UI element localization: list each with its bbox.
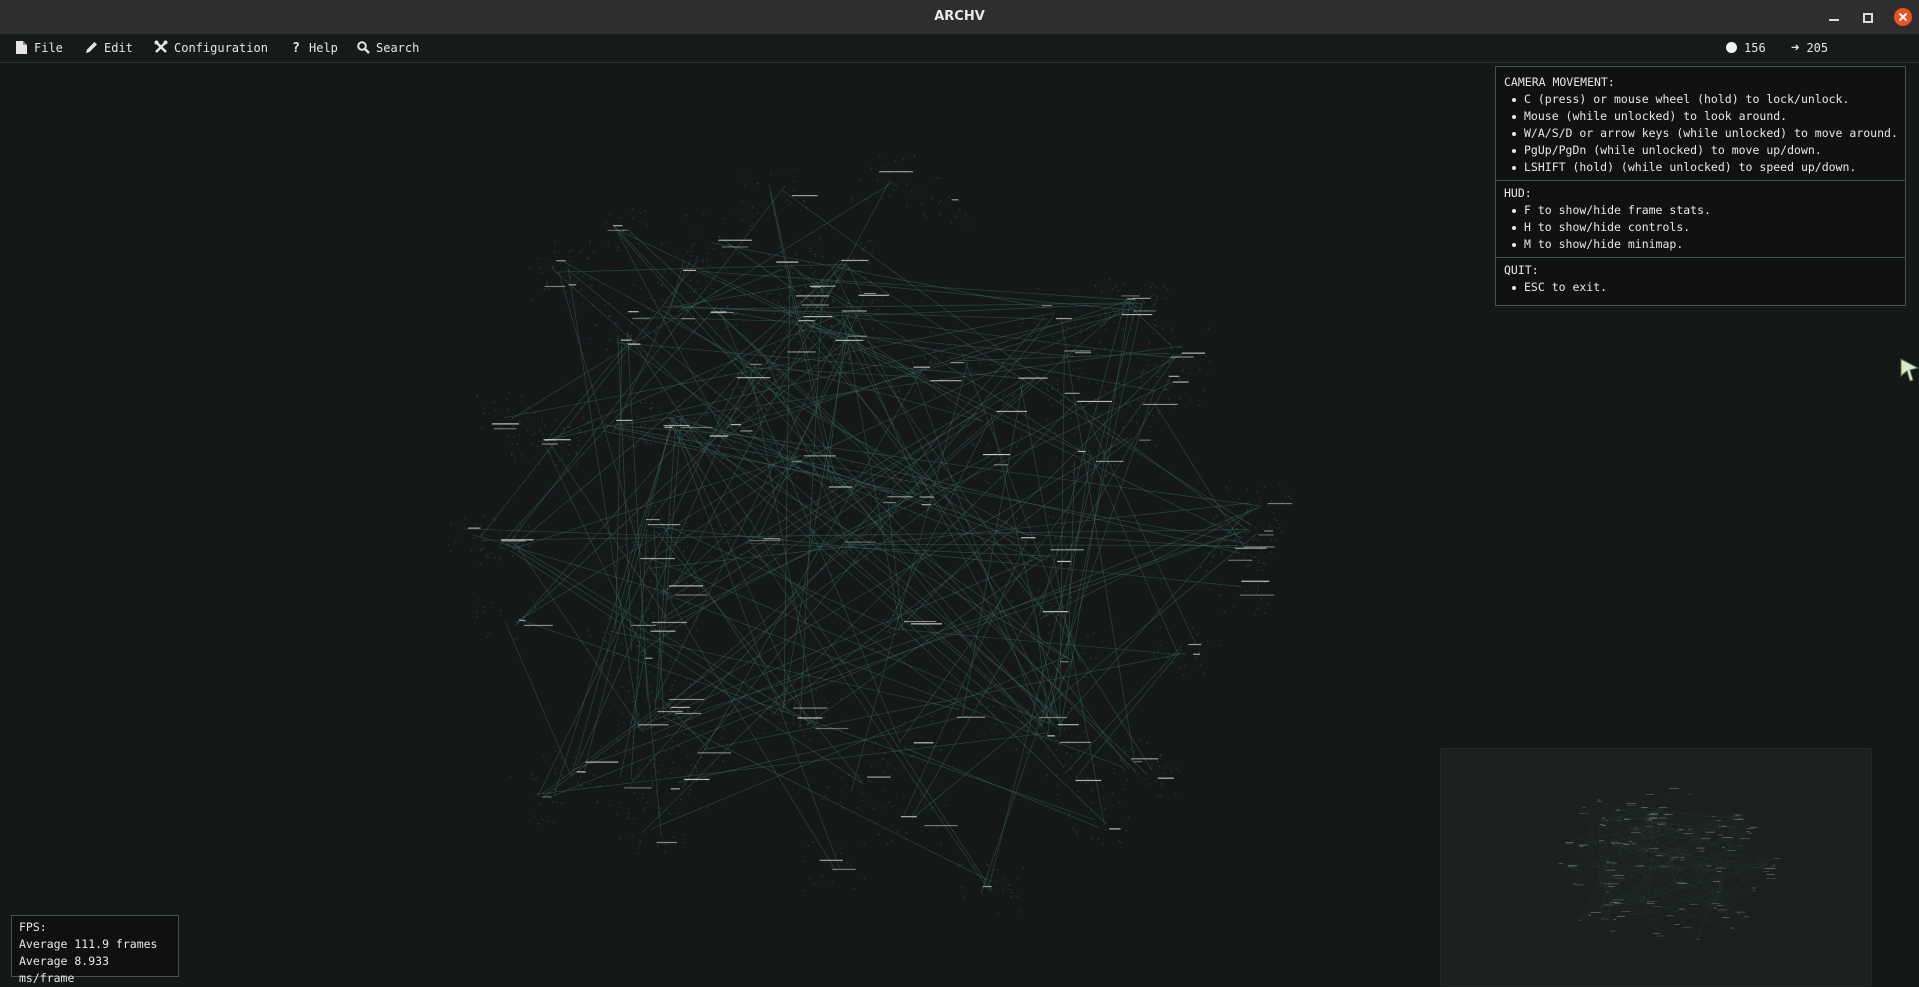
minimap-canvas	[1441, 749, 1872, 986]
fps-title: FPS:	[19, 919, 171, 936]
menu-search-label: Search	[376, 41, 419, 55]
node-clusters	[448, 155, 1292, 914]
node-icon	[1726, 42, 1737, 53]
arrow-right-icon: ➜	[1791, 35, 1799, 62]
divider	[1496, 180, 1905, 181]
dependency-edges	[464, 180, 1261, 893]
question-icon: ?	[289, 35, 303, 62]
minimap[interactable]	[1440, 748, 1872, 986]
menu-file[interactable]: File	[14, 35, 63, 62]
menu-file-label: File	[34, 41, 63, 55]
divider	[1496, 257, 1905, 258]
tools-icon	[154, 35, 168, 62]
menu-search[interactable]: Search	[356, 35, 419, 62]
menu-bar: File Edit Configuration ? Help Search 156…	[0, 35, 1919, 63]
controls-panel: CAMERA MOVEMENT: C (press) or mouse whee…	[1495, 66, 1906, 306]
menu-help[interactable]: ? Help	[289, 35, 338, 62]
node-clusters	[1553, 783, 1781, 947]
menu-edit-label: Edit	[104, 41, 133, 55]
help-item: PgUp/PgDn (while unlocked) to move up/do…	[1504, 142, 1897, 159]
maximize-button[interactable]	[1859, 9, 1875, 25]
fps-average-frames: Average 111.9 frames	[19, 936, 171, 953]
node-count-value: 156	[1744, 41, 1766, 55]
hud-title: HUD:	[1504, 185, 1897, 202]
help-item: LSHIFT (hold) (while unlocked) to speed …	[1504, 159, 1897, 176]
menu-help-label: Help	[309, 41, 338, 55]
quit-list: ESC to exit.	[1504, 279, 1897, 296]
help-item: ESC to exit.	[1504, 279, 1897, 296]
frame-stats-panel: FPS: Average 111.9 frames Average 8.933 …	[11, 915, 179, 977]
search-icon	[356, 35, 370, 62]
help-item: C (press) or mouse wheel (hold) to lock/…	[1504, 91, 1897, 108]
fps-average-ms: Average 8.933 ms/frame	[19, 953, 171, 987]
edge-count-value: 205	[1806, 41, 1828, 55]
pencil-icon	[84, 35, 98, 62]
help-item: M to show/hide minimap.	[1504, 236, 1897, 253]
mouse-cursor-icon	[1900, 358, 1919, 382]
camera-movement-title: CAMERA MOVEMENT:	[1504, 74, 1897, 91]
node-count: 156	[1726, 35, 1766, 62]
help-item: H to show/hide controls.	[1504, 219, 1897, 236]
minimize-button[interactable]	[1826, 9, 1842, 25]
window-titlebar: ARCHV	[0, 0, 1919, 35]
edge-count: ➜ 205	[1791, 35, 1828, 62]
help-item: W/A/S/D or arrow keys (while unlocked) t…	[1504, 125, 1897, 142]
quit-title: QUIT:	[1504, 262, 1897, 279]
help-item: Mouse (while unlocked) to look around.	[1504, 108, 1897, 125]
menu-configuration-label: Configuration	[174, 41, 268, 55]
help-item: F to show/hide frame stats.	[1504, 202, 1897, 219]
close-button[interactable]	[1894, 8, 1912, 26]
camera-movement-list: C (press) or mouse wheel (hold) to lock/…	[1504, 91, 1897, 176]
file-icon	[14, 35, 28, 62]
menu-configuration[interactable]: Configuration	[154, 35, 268, 62]
menu-edit[interactable]: Edit	[84, 35, 133, 62]
window-title: ARCHV	[0, 0, 1919, 34]
hud-list: F to show/hide frame stats. H to show/hi…	[1504, 202, 1897, 253]
